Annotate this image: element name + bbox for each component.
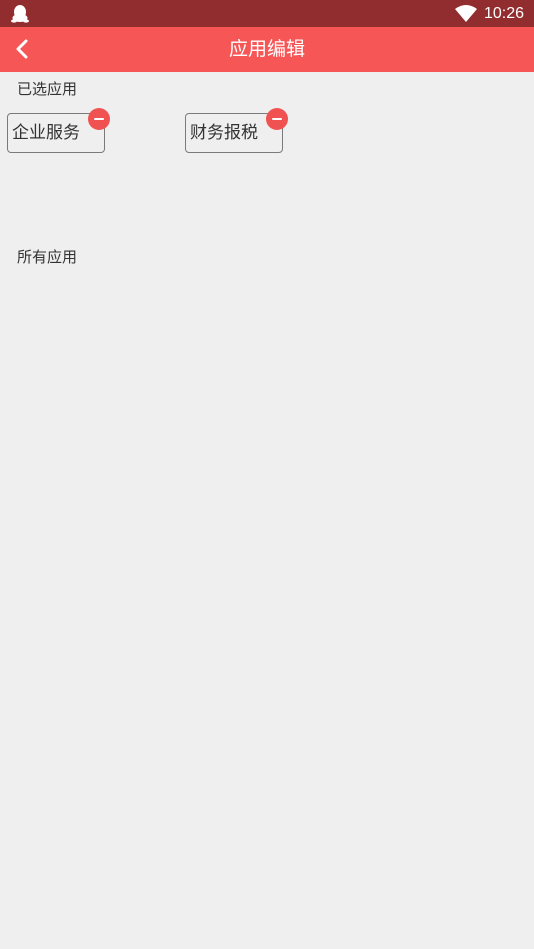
selected-app-chip[interactable]: 财务报税	[185, 108, 288, 153]
status-time: 10:26	[484, 5, 525, 22]
chevron-left-icon	[16, 39, 28, 59]
remove-icon[interactable]	[88, 108, 110, 130]
status-bar: 10:26	[0, 0, 534, 27]
remove-icon[interactable]	[266, 108, 288, 130]
page-title: 应用编辑	[228, 38, 305, 60]
chip-label: 财务报税	[190, 123, 258, 143]
qq-penguin-icon	[11, 5, 29, 23]
chip-label: 企业服务	[12, 123, 80, 143]
all-apps-label: 所有应用	[17, 248, 78, 266]
wifi-icon	[455, 5, 477, 22]
app-bar: 应用编辑	[0, 27, 534, 72]
selected-apps-label: 已选应用	[17, 80, 78, 98]
all-apps-list	[0, 275, 534, 949]
back-button[interactable]	[6, 33, 38, 65]
selected-app-chip[interactable]: 企业服务	[7, 108, 110, 153]
